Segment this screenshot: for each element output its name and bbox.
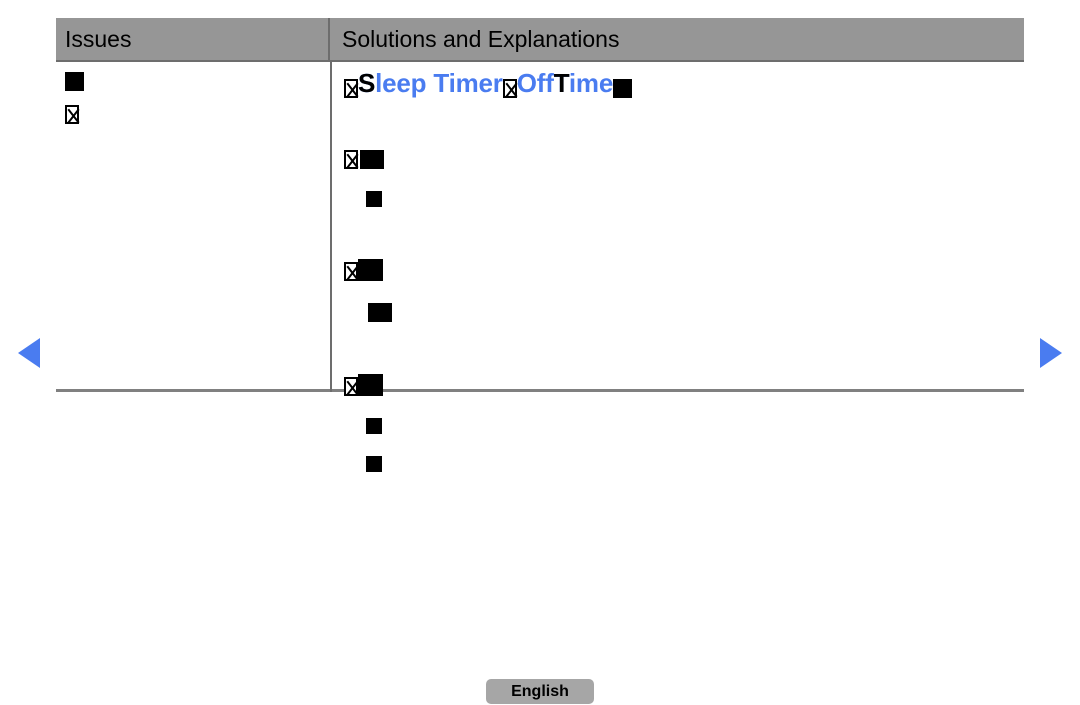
solution-row-2-sub	[344, 191, 1024, 207]
filled-box-glyph-icon	[373, 303, 392, 322]
partial-box-glyph-icon	[358, 150, 365, 169]
solution-row-2	[344, 150, 1024, 169]
solution-row-4	[344, 374, 1024, 396]
filled-box-glyph-icon	[365, 150, 384, 169]
partial-box-glyph-icon	[366, 303, 373, 322]
manual-page: Issues Solutions and Explanations Sleep …	[0, 0, 1080, 705]
filled-box-glyph-icon	[358, 374, 383, 396]
previous-page-arrow-icon[interactable]	[18, 338, 40, 368]
sleep-timer-blue-label: Sleep Timer	[358, 68, 503, 98]
time-black-overlay: T	[553, 68, 570, 98]
filled-box-glyph-icon	[358, 259, 383, 281]
solutions-cell: Sleep Timer S Off Time T	[332, 62, 1024, 472]
issue-item-1	[65, 72, 330, 91]
off-text-run: Off	[517, 70, 554, 98]
solution-row-4-sub-2	[344, 456, 1024, 472]
solution-row-3-sub	[344, 303, 1024, 322]
solution-row-3	[344, 259, 1024, 281]
filled-box-glyph-icon	[613, 79, 633, 98]
filled-box-glyph-icon	[366, 191, 382, 207]
tofu-box-glyph-icon	[65, 105, 79, 124]
solution-row-1: Sleep Timer S Off Time T	[344, 70, 1024, 98]
filled-box-glyph-icon	[366, 456, 382, 472]
filled-box-glyph-icon	[366, 418, 382, 434]
language-button[interactable]: English	[486, 679, 594, 704]
tofu-box-glyph-icon	[344, 150, 358, 169]
tofu-box-glyph-icon	[502, 79, 517, 98]
troubleshooting-table: Issues Solutions and Explanations Sleep …	[56, 18, 1024, 472]
sleep-timer-text-run: Sleep Timer S	[358, 70, 503, 98]
table-header-row: Issues Solutions and Explanations	[56, 18, 1024, 62]
solution-row-4-sub-1	[344, 418, 1024, 434]
column-header-issues: Issues	[56, 18, 330, 60]
filled-box-glyph-icon	[65, 72, 84, 91]
time-text-run: Time T	[553, 68, 614, 98]
issue-item-2	[65, 105, 330, 124]
tofu-box-glyph-icon	[344, 262, 358, 281]
column-header-solutions: Solutions and Explanations	[342, 25, 620, 52]
sleep-timer-black-overlay: S	[358, 68, 376, 98]
next-page-arrow-icon[interactable]	[1040, 338, 1062, 368]
issues-cell	[56, 62, 330, 138]
tofu-box-glyph-icon	[344, 377, 358, 396]
table-body: Sleep Timer S Off Time T	[56, 62, 1024, 472]
tofu-box-glyph-icon	[344, 79, 358, 98]
off-blue-label: Off	[516, 68, 554, 98]
